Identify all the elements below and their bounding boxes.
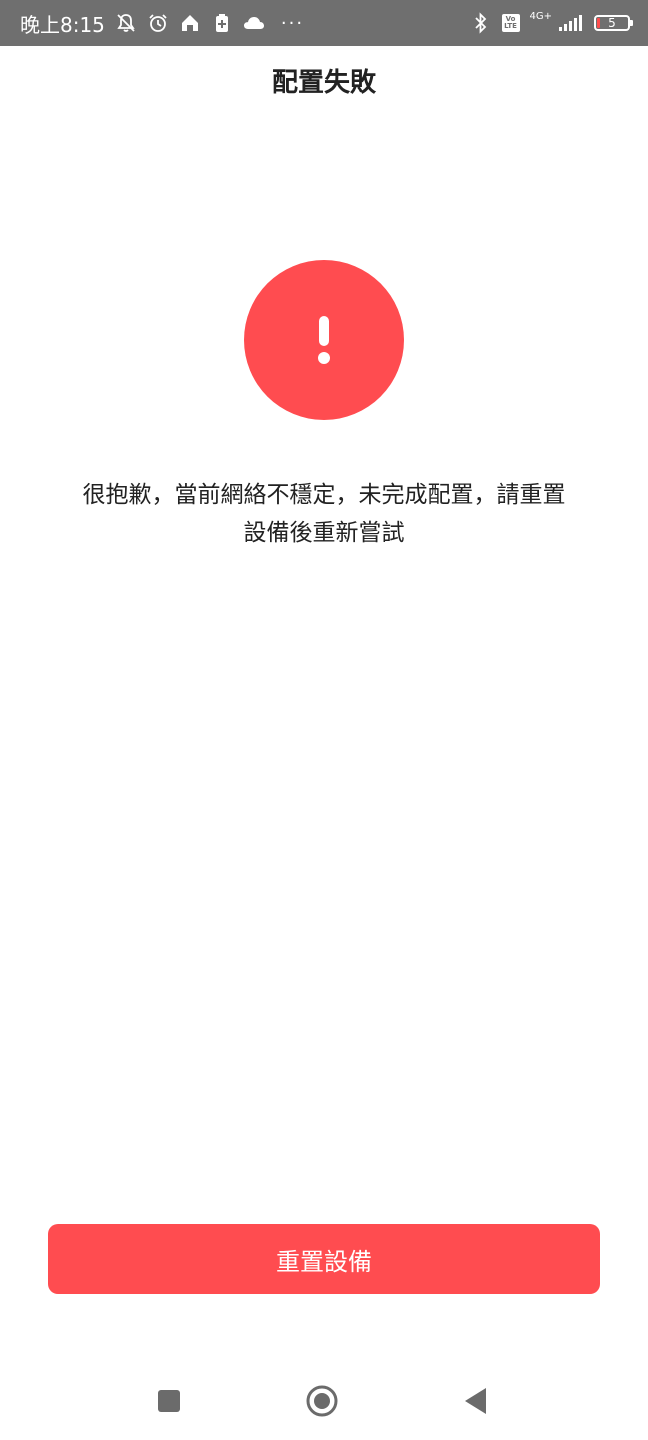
back-triangle-icon[interactable] xyxy=(458,1384,492,1418)
system-nav-bar xyxy=(0,1360,648,1440)
exclamation-icon xyxy=(318,316,330,364)
recents-square-icon[interactable] xyxy=(152,1384,186,1418)
more-dots-icon: ··· xyxy=(280,12,305,34)
status-bar-right: Vo LTE 4G+ 5 xyxy=(470,11,633,34)
error-message: 很抱歉，當前網絡不穩定，未完成配置，請重置 設備後重新嘗試 xyxy=(44,476,604,552)
alarm-icon xyxy=(147,12,169,34)
battery-fill xyxy=(597,18,600,28)
bluetooth-icon xyxy=(470,12,492,34)
status-time: 晚上8:15 xyxy=(20,12,105,37)
battery-icon: 5 xyxy=(594,15,633,31)
error-message-line-2: 設備後重新嘗試 xyxy=(243,520,405,546)
volte-icon: Vo LTE xyxy=(501,14,520,32)
error-status-circle xyxy=(244,260,404,420)
reset-device-button[interactable]: 重置設備 xyxy=(48,1224,600,1294)
battery-saver-icon xyxy=(211,12,233,34)
volte-bottom: LTE xyxy=(504,22,517,30)
status-bar-left: 晚上8:15 ··· xyxy=(20,9,304,38)
network-type: 4G+ xyxy=(529,11,553,22)
home-circle-icon[interactable] xyxy=(305,1384,339,1418)
bell-off-icon xyxy=(115,12,137,34)
cloud-icon xyxy=(243,12,265,34)
battery-level: 5 xyxy=(608,16,616,30)
error-message-line-1: 很抱歉，當前網絡不穩定，未完成配置，請重置 xyxy=(82,482,566,508)
status-bar: 晚上8:15 ··· Vo LTE 4G+ 5 xyxy=(0,0,648,46)
home-icon xyxy=(179,12,201,34)
page-title: 配置失敗 xyxy=(271,68,376,98)
signal-icon xyxy=(558,12,584,34)
